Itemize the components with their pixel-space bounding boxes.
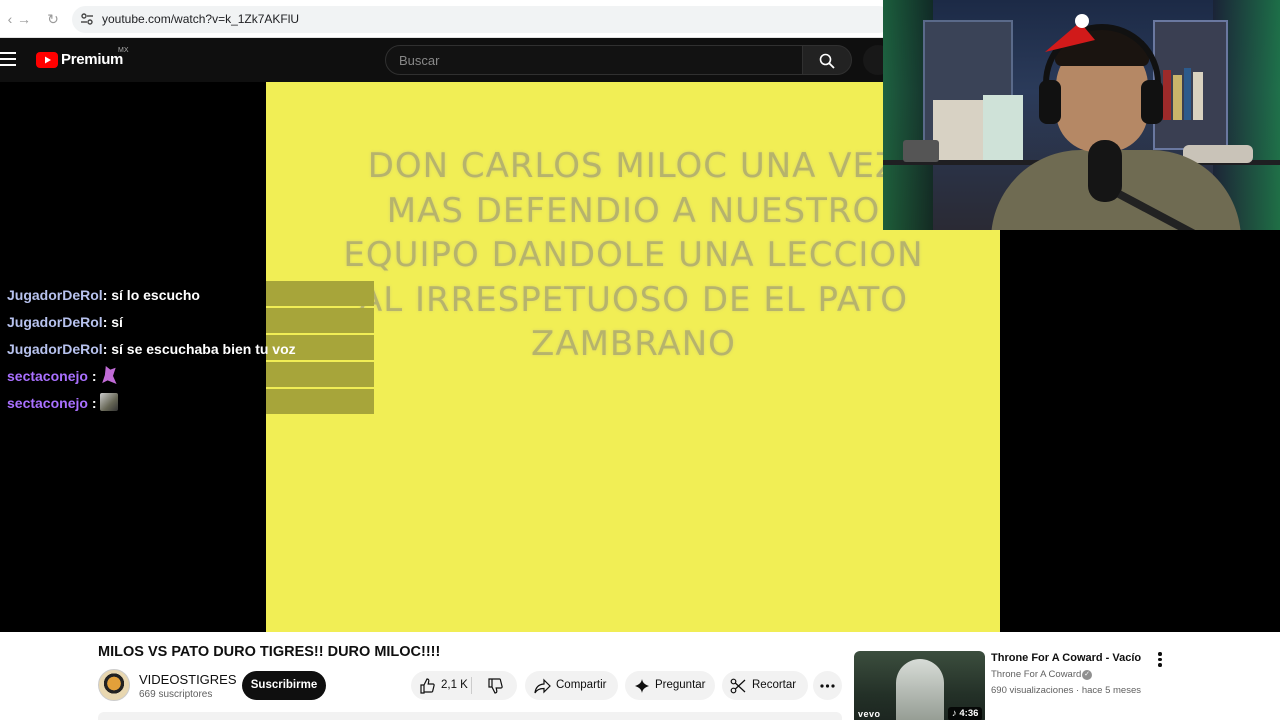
- video-title: MILOS VS PATO DURO TIGRES!! DURO MILOC!!…: [98, 644, 441, 660]
- book: [933, 100, 983, 160]
- search-icon: [819, 53, 835, 69]
- channel-name[interactable]: VIDEOSTIGRES: [139, 672, 237, 687]
- book: [1193, 72, 1203, 120]
- chat-username: sectaconejo: [7, 368, 88, 384]
- video-overlay-text: DON CARLOS MILOC UNA VEZ MAS DEFENDIO A …: [343, 146, 924, 364]
- chat-username: JugadorDeRol: [7, 314, 103, 330]
- book: [983, 95, 1023, 160]
- upload-age: hace 5 meses: [1081, 685, 1141, 696]
- like-dislike-group: 2,1 K: [411, 671, 517, 700]
- more-actions-button[interactable]: [813, 671, 842, 700]
- search-button[interactable]: [802, 45, 852, 75]
- recommended-video-title[interactable]: Throne For A Coward - Vacío: [991, 652, 1141, 664]
- description-box[interactable]: [98, 712, 842, 720]
- live-chat-overlay: JugadorDeRol: sí lo escucho JugadorDeRol…: [7, 283, 367, 418]
- chat-text: : sí lo escucho: [102, 287, 200, 303]
- youtube-logo-icon[interactable]: [36, 52, 58, 68]
- screen: ‹ → ↻ youtube.com/watch?v=k_1Zk7AKFlU Pr…: [0, 0, 1280, 720]
- chat-message: sectaconejo :: [7, 364, 367, 391]
- microphone: [1088, 140, 1122, 202]
- duration-text: 4:36: [959, 708, 979, 719]
- recommended-channel-name[interactable]: Throne For A Coward: [991, 669, 1081, 680]
- video-info: MILOS VS PATO DURO TIGRES!! DURO MILOC!!…: [0, 632, 1280, 720]
- share-icon: [534, 678, 551, 694]
- chat-message: sectaconejo :: [7, 391, 367, 418]
- santa-hat-pompom: [1075, 14, 1089, 28]
- book: [1184, 68, 1191, 120]
- view-count: 690 visualizaciones: [991, 685, 1074, 696]
- chat-username: sectaconejo: [7, 395, 88, 411]
- chat-message: JugadorDeRol: sí lo escucho: [7, 283, 367, 310]
- chat-text: : sí se escuchaba bien tu voz: [102, 341, 296, 357]
- chat-text: :: [87, 368, 101, 384]
- browser-toolbar: ‹ → ↻ youtube.com/watch?v=k_1Zk7AKFlU: [0, 0, 892, 38]
- site-settings-icon[interactable]: [80, 12, 94, 26]
- headphone-cup: [1039, 80, 1061, 124]
- picture-emote-icon: [100, 393, 119, 411]
- channel-avatar[interactable]: [98, 669, 130, 701]
- clip-button[interactable]: Recortar: [722, 671, 808, 700]
- youtube-header: Premium MX Buscar: [0, 38, 893, 82]
- chat-username: JugadorDeRol: [7, 287, 103, 303]
- video-duration: ♪ 4:36: [948, 707, 983, 720]
- book: [1163, 70, 1171, 120]
- player-letterbox-right: [1000, 230, 1280, 632]
- verified-icon: ✓: [1082, 670, 1092, 680]
- more-horizontal-icon: [820, 684, 835, 688]
- like-divider: [471, 677, 472, 694]
- more-vertical-icon[interactable]: [1154, 652, 1166, 668]
- headphone-cup: [1141, 80, 1163, 124]
- url-text: youtube.com/watch?v=k_1Zk7AKFlU: [102, 12, 300, 26]
- like-button[interactable]: 2,1 K: [411, 671, 471, 700]
- subscriber-count: 669 suscriptores: [139, 689, 213, 700]
- clip-label: Recortar: [752, 679, 797, 691]
- recommended-video-thumbnail[interactable]: vevo ♪ 4:36: [854, 651, 985, 720]
- logo-text[interactable]: Premium: [61, 51, 123, 68]
- chat-text: :: [87, 395, 101, 411]
- book: [1173, 75, 1182, 120]
- forward-icon[interactable]: →: [14, 9, 34, 29]
- webcam-overlay: [883, 0, 1280, 230]
- address-bar[interactable]: youtube.com/watch?v=k_1Zk7AKFlU: [72, 6, 892, 33]
- dislike-button[interactable]: [473, 671, 517, 700]
- like-count: 2,1 K: [441, 679, 468, 691]
- camera-object: [903, 140, 939, 162]
- chat-username: JugadorDeRol: [7, 341, 103, 357]
- search-input[interactable]: Buscar: [385, 45, 803, 75]
- ask-label: Preguntar: [655, 679, 706, 691]
- chat-text: : sí: [102, 314, 123, 330]
- vevo-logo: vevo: [858, 709, 881, 719]
- chat-message: JugadorDeRol: sí: [7, 310, 367, 337]
- sparkle-icon: [635, 679, 649, 693]
- chat-message: JugadorDeRol: sí se escuchaba bien tu vo…: [7, 337, 367, 364]
- recommended-video-meta: 690 visualizaciones · hace 5 meses: [991, 685, 1141, 696]
- subscribe-button[interactable]: Suscribirme: [242, 671, 326, 700]
- menu-icon[interactable]: [0, 52, 16, 66]
- reload-icon[interactable]: ↻: [43, 9, 63, 29]
- share-button[interactable]: Compartir: [525, 671, 618, 700]
- thumbs-down-icon: [488, 678, 503, 694]
- bunny-emote-icon: [102, 366, 117, 384]
- ask-button[interactable]: Preguntar: [625, 671, 715, 700]
- scissors-icon: [730, 678, 746, 694]
- search-placeholder: Buscar: [399, 53, 440, 68]
- ghost-figure: [896, 659, 944, 720]
- thumbs-up-icon: [420, 678, 435, 694]
- share-label: Compartir: [556, 679, 607, 691]
- logo-region: MX: [118, 47, 129, 54]
